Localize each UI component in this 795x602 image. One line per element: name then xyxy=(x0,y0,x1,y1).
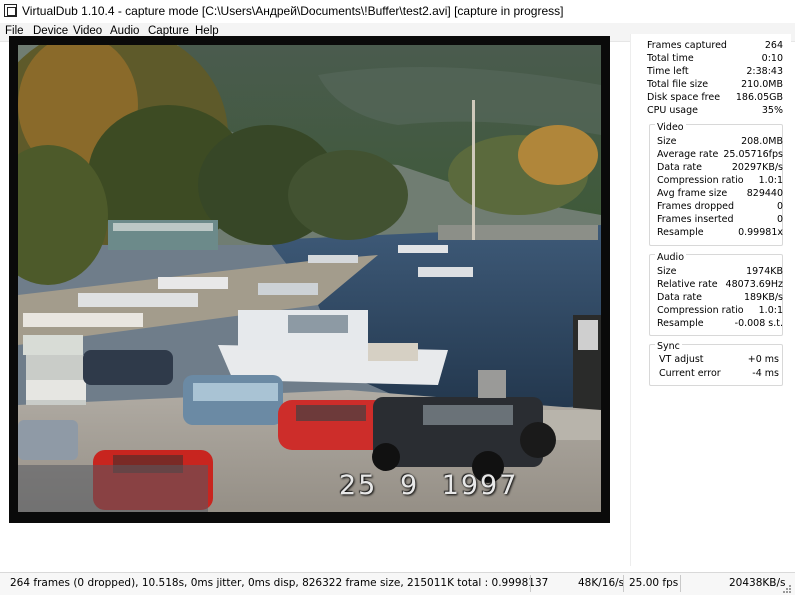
capture-preview-frame xyxy=(18,45,601,512)
harbor-scene-image xyxy=(18,45,601,512)
audio-stat-compression-ratio: Compression ratio 1.0:1 xyxy=(657,305,783,316)
status-bar: 264 frames (0 dropped), 10.518s, 0ms jit… xyxy=(0,572,795,595)
virtualdub-app-icon[interactable] xyxy=(4,4,17,17)
capture-stats-panel: Frames captured 264 Total time 0:10 Time… xyxy=(630,34,791,566)
status-separator xyxy=(623,575,624,592)
video-group-title: Video xyxy=(655,122,686,133)
stat-disk-space-free: Disk space free 186.05GB xyxy=(647,92,783,103)
status-fps: 25.00 fps xyxy=(629,577,679,589)
video-stat-resample: Resample 0.99981x xyxy=(657,227,783,238)
stat-total-time: Total time 0:10 xyxy=(647,53,783,64)
sync-stat-vt-adjust: VT adjust +0 ms xyxy=(659,354,779,365)
window-title: VirtualDub 1.10.4 - capture mode [C:\Use… xyxy=(22,4,564,18)
audio-group-title: Audio xyxy=(655,252,687,263)
video-stat-average-rate: Average rate 25.05716fps xyxy=(657,149,783,160)
video-stat-frames-dropped: Frames dropped 0 xyxy=(657,201,783,212)
stat-cpu-usage: CPU usage 35% xyxy=(647,105,783,116)
video-preview-area[interactable]: 25 9 1997 xyxy=(9,36,610,523)
stat-frames-captured: Frames captured 264 xyxy=(647,40,783,51)
status-audio-rate: 48K/16/s xyxy=(578,577,625,589)
video-date-stamp: 25 9 1997 xyxy=(339,470,519,501)
video-stat-compression-ratio: Compression ratio 1.0:1 xyxy=(657,175,783,186)
video-stat-size: Size 208.0MB xyxy=(657,136,783,147)
video-stat-data-rate: Data rate 20297KB/s xyxy=(657,162,783,173)
audio-stat-relative-rate: Relative rate 48073.69Hz xyxy=(657,279,783,290)
audio-stat-size: Size 1974KB xyxy=(657,266,783,277)
sync-group-title: Sync xyxy=(655,341,682,352)
video-stat-frames-inserted: Frames inserted 0 xyxy=(657,214,783,225)
title-bar: VirtualDub 1.10.4 - capture mode [C:\Use… xyxy=(0,0,795,22)
audio-stat-data-rate: Data rate 189KB/s xyxy=(657,292,783,303)
status-data-rate: 20438KB/s xyxy=(729,577,786,589)
video-stat-avg-frame-size: Avg frame size 829440 xyxy=(657,188,783,199)
status-capture-summary: 264 frames (0 dropped), 10.518s, 0ms jit… xyxy=(10,577,549,589)
stat-total-file-size: Total file size 210.0MB xyxy=(647,79,783,90)
resize-grip-icon[interactable] xyxy=(780,582,792,594)
audio-stat-resample: Resample -0.008 s.t. xyxy=(657,318,783,329)
status-separator xyxy=(530,575,531,592)
status-separator xyxy=(680,575,681,592)
sync-stat-current-error: Current error -4 ms xyxy=(659,368,779,379)
stat-time-left: Time left 2:38:43 xyxy=(647,66,783,77)
